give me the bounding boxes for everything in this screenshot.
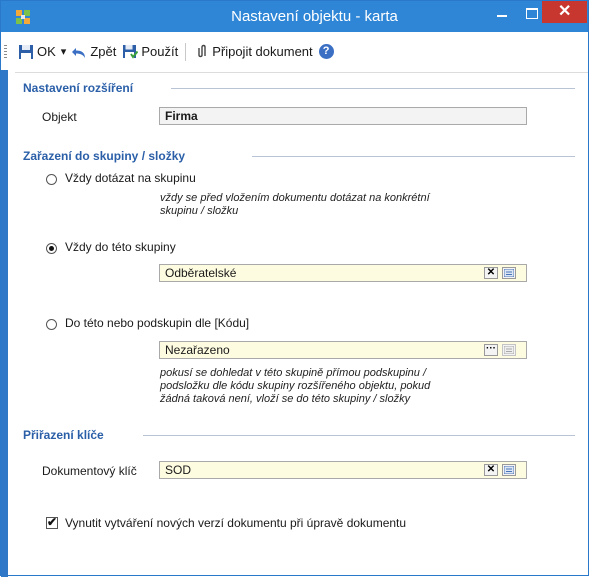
ok-button[interactable]: OK xyxy=(15,41,59,62)
title-bar[interactable]: Nastavení objektu - karta ✕ xyxy=(1,1,588,32)
hint-line: skupinu / složku xyxy=(160,205,239,217)
key-lookup-button[interactable] xyxy=(502,464,516,476)
toolbar: OK ▾ Zpět Použít Připojit dokument ? xyxy=(1,32,588,70)
section-title-extension: Nastavení rozšíření xyxy=(23,81,138,95)
subgroup-lookup-button[interactable] xyxy=(502,344,516,356)
toolbar-divider xyxy=(15,72,588,73)
chevron-down-icon: ▾ xyxy=(60,46,67,58)
object-field: Firma xyxy=(159,107,527,125)
radio-by-code-label: Do této nebo podskupin dle [Kódu] xyxy=(65,316,250,330)
checkmark-icon: ✔ xyxy=(47,515,58,529)
attach-document-button[interactable]: Připojit dokument xyxy=(190,41,315,62)
radio-always-ask-circle[interactable] xyxy=(46,174,57,185)
document-key-value: SOD xyxy=(165,463,192,477)
section-divider xyxy=(252,156,575,157)
radio-by-code-circle[interactable] xyxy=(46,319,57,330)
object-label: Objekt xyxy=(42,110,77,124)
apply-button[interactable]: Použít xyxy=(119,41,181,62)
list-icon xyxy=(504,466,514,474)
minimize-icon xyxy=(497,15,507,17)
back-label: Zpět xyxy=(90,44,117,59)
section-title-group: Zařazení do skupiny / složky xyxy=(23,149,190,163)
floppy-disk-icon xyxy=(19,44,33,59)
always-ask-hint: vždy se před vložením dokumentu dotázat … xyxy=(160,192,430,218)
close-icon: ✕ xyxy=(558,3,572,20)
browse-button[interactable]: ··· xyxy=(484,344,498,356)
list-icon xyxy=(504,269,514,277)
radio-always-this-group-circle[interactable] xyxy=(46,243,57,254)
help-icon: ? xyxy=(318,44,334,59)
subgroup-field[interactable]: Nezařazeno ··· xyxy=(159,341,527,359)
section-divider xyxy=(143,435,575,436)
group-field-value: Odběratelské xyxy=(165,266,237,280)
hint-line: žádná taková není, vloží se do této skup… xyxy=(160,393,411,405)
hint-line: vždy se před vložením dokumentu dotázat … xyxy=(160,192,430,204)
clear-icon: ✕ xyxy=(486,464,496,475)
group-field[interactable]: Odběratelské ✕ xyxy=(159,264,527,282)
dialog-window: Nastavení objektu - karta ✕ OK ▾ Zpět Po… xyxy=(0,0,589,577)
save-apply-icon xyxy=(123,44,139,59)
attach-document-label: Připojit dokument xyxy=(212,44,313,59)
ellipsis-icon: ··· xyxy=(486,343,496,354)
ok-label: OK xyxy=(37,44,56,59)
paperclip-icon xyxy=(198,44,206,57)
toolbar-grip[interactable] xyxy=(4,45,7,59)
radio-always-ask-label: Vždy dotázat na skupinu xyxy=(65,171,196,185)
list-icon xyxy=(504,346,514,354)
section-title-key: Přiřazení klíče xyxy=(23,428,108,442)
apply-label: Použít xyxy=(141,44,179,59)
group-lookup-button[interactable] xyxy=(502,267,516,279)
minimize-button[interactable] xyxy=(488,1,516,25)
force-versioning-checkbox[interactable]: ✔ xyxy=(46,515,58,529)
clear-group-button[interactable]: ✕ xyxy=(484,267,498,279)
left-accent-strip xyxy=(1,70,8,577)
subgroup-field-value: Nezařazeno xyxy=(165,343,230,357)
clear-icon: ✕ xyxy=(486,267,496,278)
section-divider xyxy=(171,88,575,89)
clear-key-button[interactable]: ✕ xyxy=(484,464,498,476)
maximize-icon xyxy=(526,8,538,19)
document-key-field[interactable]: SOD ✕ xyxy=(159,461,527,479)
by-code-hint: pokusí se dohledat v této skupině přímou… xyxy=(160,367,430,406)
radio-always-this-group-label: Vždy do této skupiny xyxy=(65,240,176,254)
help-button[interactable]: ? xyxy=(316,41,337,62)
back-button[interactable]: Zpět xyxy=(68,41,119,62)
document-key-label: Dokumentový klíč xyxy=(42,464,137,478)
ok-dropdown-button[interactable]: ▾ xyxy=(59,41,69,62)
undo-icon xyxy=(72,47,86,58)
close-button[interactable]: ✕ xyxy=(542,1,587,23)
toolbar-separator xyxy=(185,42,187,61)
hint-line: pokusí se dohledat v této skupině přímou… xyxy=(160,367,427,379)
hint-line: podsložku dle kódu skupiny rozšířeného o… xyxy=(160,380,431,392)
force-versioning-label: Vynutit vytváření nových verzí dokumentu… xyxy=(65,516,407,530)
